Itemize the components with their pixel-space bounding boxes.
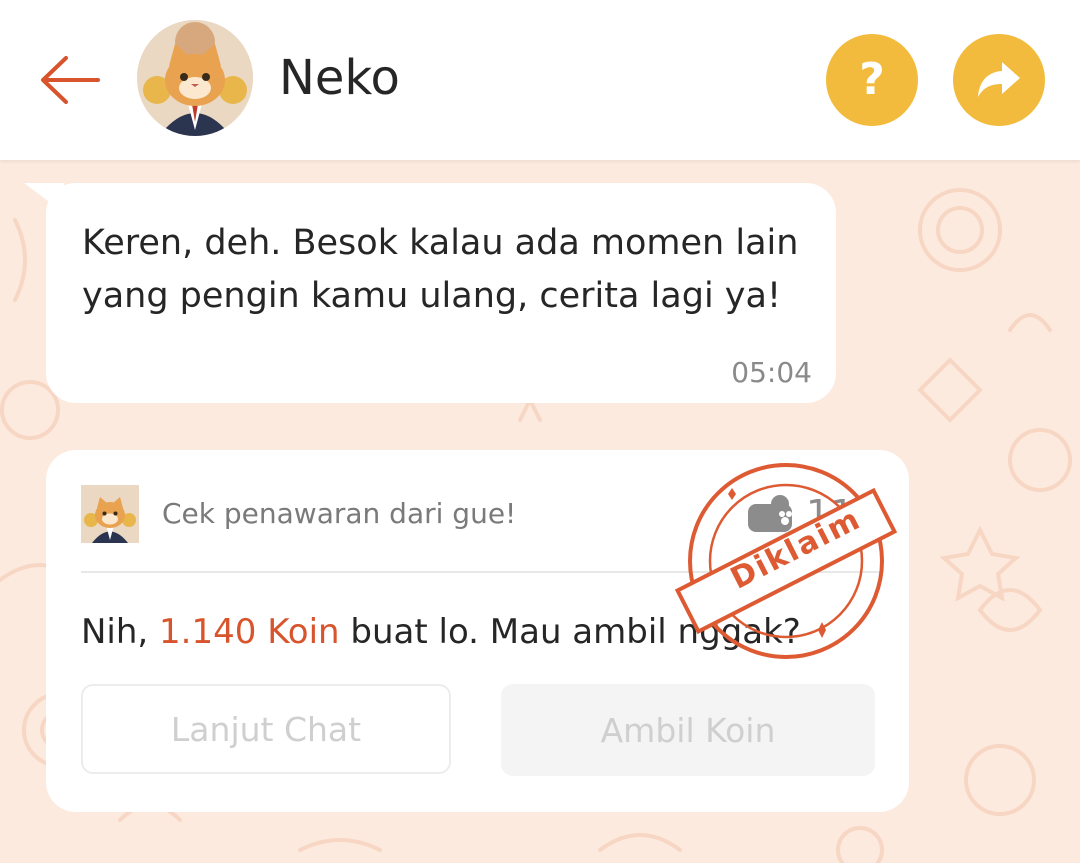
- page-title: Neko: [279, 50, 400, 106]
- cat-avatar-image: [137, 20, 253, 136]
- cat-avatar-image: [81, 485, 139, 543]
- arrow-left-icon: [41, 56, 100, 104]
- question-icon: ?: [859, 54, 885, 105]
- avatar[interactable]: [137, 20, 253, 136]
- back-button[interactable]: [32, 40, 108, 120]
- message-bubble[interactable]: Keren, deh. Besok kalau ada momen lain y…: [46, 183, 836, 403]
- offer-message-prefix: Nih,: [81, 612, 160, 652]
- message-text: Keren, deh. Besok kalau ada momen lain y…: [82, 223, 799, 316]
- coin-amount: 1.140 Koin: [159, 612, 340, 652]
- claim-coins-button[interactable]: Ambil Koin: [501, 684, 875, 776]
- offer-header-text: Cek penawaran dari gue!: [162, 497, 517, 530]
- message-timestamp: 05:04: [731, 356, 812, 389]
- continue-chat-button[interactable]: Lanjut Chat: [81, 684, 451, 774]
- share-button[interactable]: [953, 34, 1045, 126]
- claimed-stamp: Diklaim: [668, 458, 900, 668]
- help-button[interactable]: ?: [826, 34, 918, 126]
- share-arrow-icon: [978, 62, 1020, 97]
- chat-header: Neko ?: [0, 0, 1080, 160]
- offer-avatar: [81, 485, 139, 543]
